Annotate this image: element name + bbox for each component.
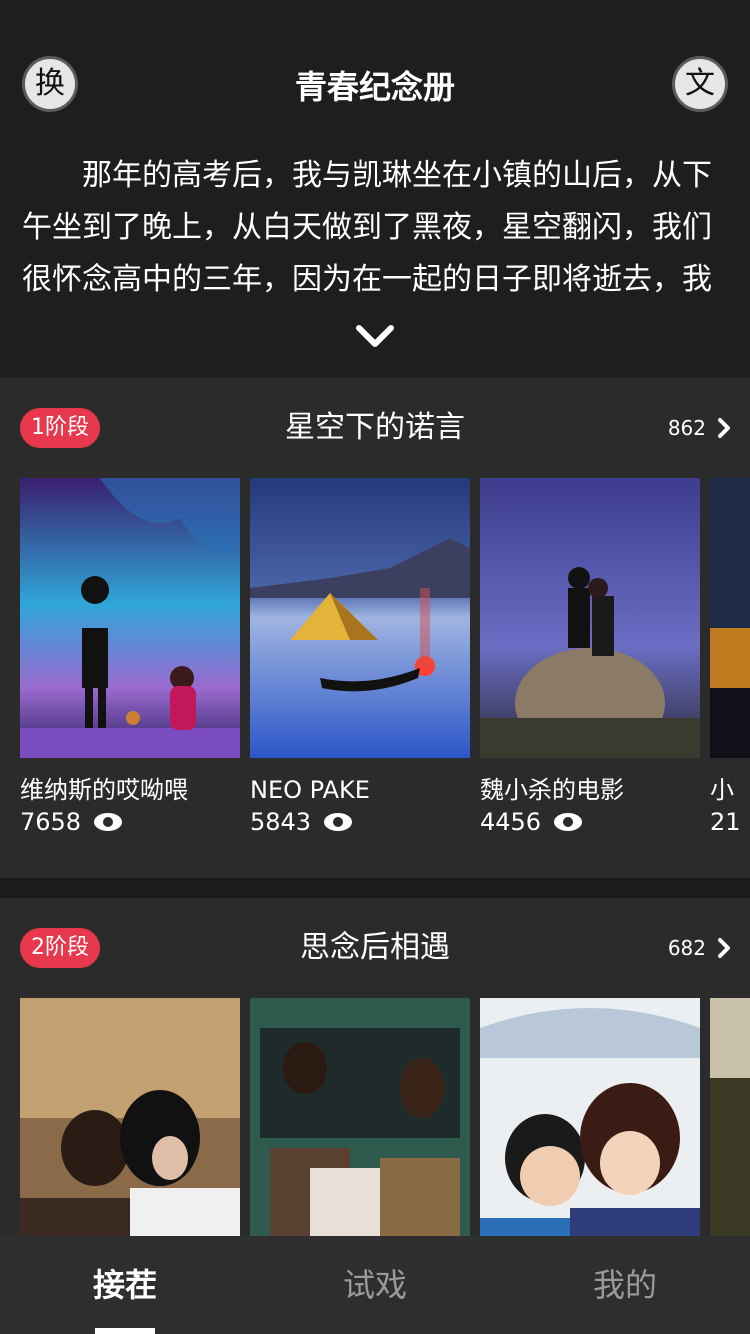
stage-section-2: 2阶段 思念后相遇 682 (0, 898, 750, 1278)
view-count-row: 21 (710, 806, 750, 838)
card-title: 小 (710, 776, 734, 804)
tab-jiecha[interactable]: 接茬 (0, 1236, 250, 1334)
tab-shixi[interactable]: 试戏 (250, 1236, 500, 1334)
video-thumbnail[interactable] (20, 478, 240, 758)
tab-wode[interactable]: 我的 (500, 1236, 750, 1334)
video-thumbnail[interactable] (250, 478, 470, 758)
view-count-row: 4456 (480, 806, 700, 838)
section-count[interactable]: 862 (668, 408, 706, 448)
view-count: 5843 (250, 808, 312, 836)
tab-bar: 接茬 试戏 我的 (0, 1236, 750, 1334)
intro-text: 那年的高考后，我与凯琳坐在小镇的山后，从下午坐到了晚上，从白天做到了黑夜，星空翻… (22, 158, 712, 297)
card-title: 魏小杀的电影 (480, 776, 624, 804)
view-count: 7658 (20, 808, 82, 836)
view-count: 4456 (480, 808, 542, 836)
card-title: NEO PAKE (250, 776, 370, 804)
card-title: 维纳斯的哎呦喂 (20, 776, 188, 804)
section-title: 星空下的诺言 (285, 410, 465, 445)
chevron-right-icon[interactable] (716, 418, 732, 438)
eye-icon (554, 813, 583, 831)
page-title: 青春纪念册 (294, 68, 455, 106)
section-count[interactable]: 682 (668, 928, 706, 968)
header: 换 青春纪念册 文 那年的高考后，我与凯琳坐在小镇的山后，从下午坐到了晚上，从白… (0, 0, 750, 378)
video-thumbnail[interactable] (480, 478, 700, 758)
video-thumbnail[interactable] (710, 478, 750, 758)
eye-icon (324, 813, 353, 831)
video-card[interactable]: 小 21 (710, 478, 750, 838)
view-count: 21 (710, 808, 741, 836)
chevron-down-icon[interactable] (355, 322, 395, 352)
active-tab-indicator (95, 1328, 155, 1334)
video-card[interactable]: 维纳斯的哎呦喂 7658 (20, 478, 240, 838)
video-card[interactable]: NEO PAKE 5843 (250, 478, 470, 838)
section-title: 思念后相遇 (300, 930, 450, 965)
text-button[interactable]: 文 (672, 56, 728, 112)
chevron-right-icon[interactable] (716, 938, 732, 958)
view-count-row: 5843 (250, 806, 470, 838)
video-card[interactable]: 魏小杀的电影 4456 (480, 478, 700, 838)
stage-section-1: 1阶段 星空下的诺言 862 维纳斯的哎呦喂 7658 NEO PAKE 584… (0, 378, 750, 878)
eye-icon (94, 813, 123, 831)
view-count-row: 7658 (20, 806, 240, 838)
